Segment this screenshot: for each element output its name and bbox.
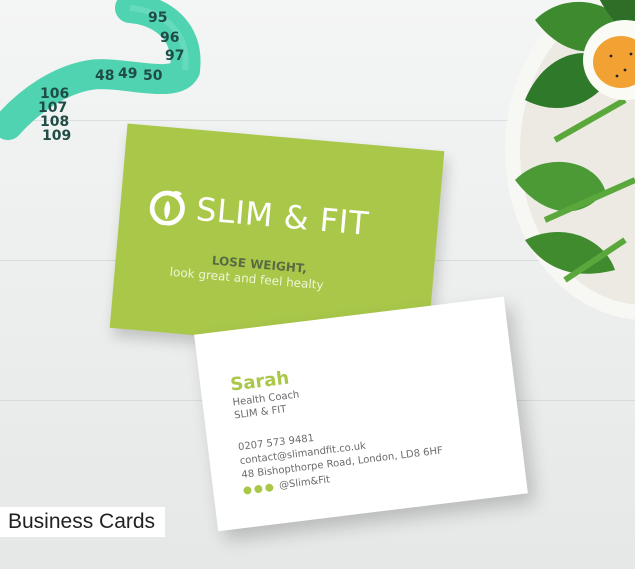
tape-number: 95 <box>148 10 167 26</box>
business-card-back: Sarah Health Coach SLIM & FIT 0207 573 9… <box>194 296 528 532</box>
apple-logo-icon <box>149 190 185 226</box>
tape-number: 109 <box>42 128 71 144</box>
tape-number: 48 <box>95 68 114 84</box>
tape-number: 97 <box>165 48 184 64</box>
image-caption: Business Cards <box>0 507 166 537</box>
salad-plate <box>505 0 635 330</box>
tape-number: 49 <box>118 66 137 82</box>
twitter-icon <box>253 484 263 494</box>
facebook-icon <box>242 485 252 495</box>
tape-number: 96 <box>160 30 179 46</box>
brand-name: SLIM & FIT <box>194 189 371 243</box>
social-handle: @Slim&Fit <box>278 474 331 492</box>
instagram-icon <box>264 482 274 492</box>
brand-logo: SLIM & FIT <box>147 186 370 243</box>
tape-number: 50 <box>143 68 163 84</box>
photo-scene: 95 96 97 50 49 48 106 107 108 109 SLIM &… <box>0 0 635 569</box>
